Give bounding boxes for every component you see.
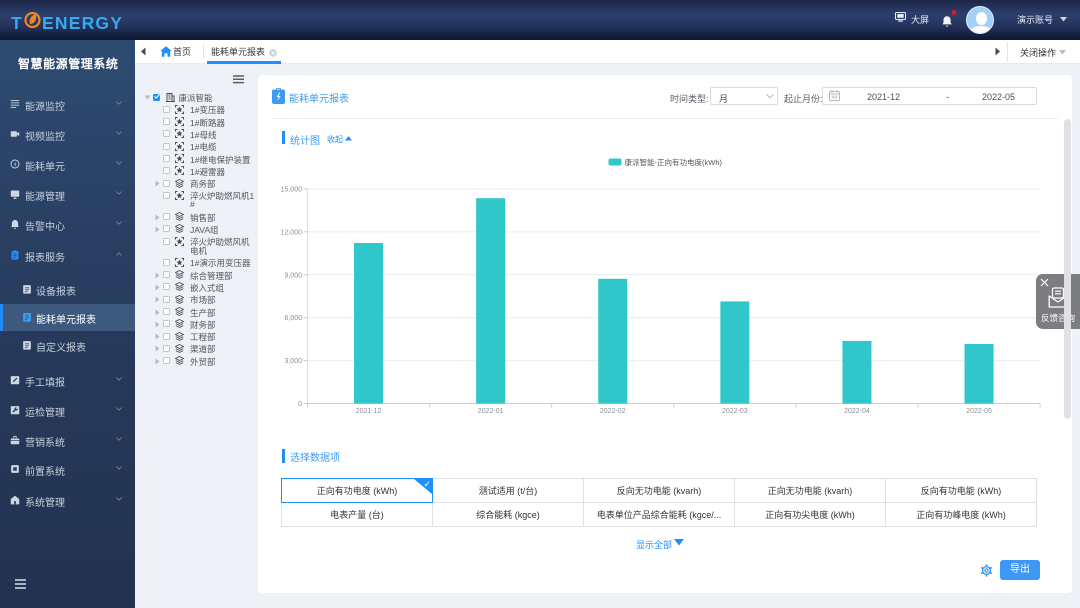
svg-text:2022-01: 2022-01: [478, 408, 504, 415]
svg-text:康派智能-正向有功电度(kWh): 康派智能-正向有功电度(kWh): [625, 157, 723, 167]
svg-text:6,000: 6,000: [284, 315, 302, 322]
svg-text:12,000: 12,000: [281, 229, 303, 236]
svg-text:15,000: 15,000: [281, 187, 303, 194]
svg-text:3,000: 3,000: [284, 358, 302, 365]
svg-text:0: 0: [298, 401, 302, 408]
svg-text:2022-05: 2022-05: [966, 408, 992, 415]
svg-text:9,000: 9,000: [284, 272, 302, 279]
svg-text:2021-12: 2021-12: [356, 408, 382, 415]
svg-text:2022-04: 2022-04: [844, 408, 870, 415]
svg-text:2022-03: 2022-03: [722, 408, 748, 415]
svg-text:2022-02: 2022-02: [600, 408, 626, 415]
